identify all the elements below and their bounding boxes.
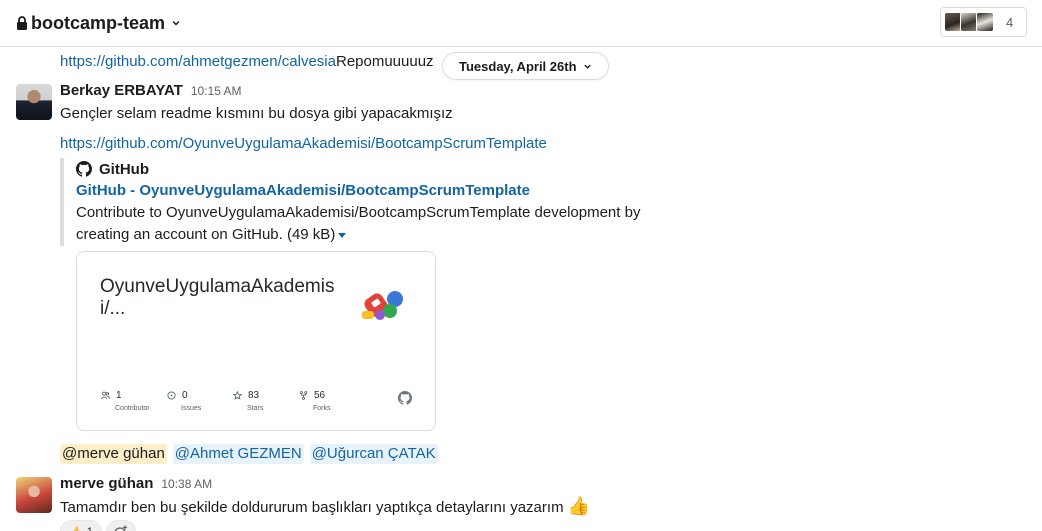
- reaction-emoji: 👍: [69, 526, 83, 531]
- message-body: Tamamdır ben bu şekilde doldururum başlı…: [60, 499, 564, 516]
- stat-issues: 0 Issues: [167, 388, 233, 412]
- reaction-thumbs-up[interactable]: 👍 1: [60, 520, 102, 531]
- channel-header: bootcamp-team 4: [0, 0, 1042, 47]
- channel-name-button[interactable]: bootcamp-team: [16, 10, 181, 36]
- unfurl-size: (49 kB): [282, 226, 336, 243]
- stat-label: Contributor: [115, 405, 150, 412]
- member-avatar: [976, 12, 994, 32]
- stat-value: 56: [314, 389, 326, 401]
- repo-stats: 1 Contributor 0 Issues 83 Stars 56 Forks: [101, 388, 365, 412]
- star-icon: [233, 390, 242, 400]
- github-icon: [76, 161, 92, 177]
- message-text: Gençler selam readme kısmını bu dosya gi…: [60, 105, 453, 122]
- add-reaction-button[interactable]: [105, 520, 136, 531]
- add-reaction-icon: [114, 525, 127, 531]
- link-unfurl: GitHub GitHub - OyunveUygulamaAkademisi/…: [60, 158, 660, 246]
- unfurl-title[interactable]: GitHub - OyunveUygulamaAkademisi/Bootcam…: [76, 180, 660, 202]
- author-name[interactable]: Berkay ERBAYAT: [60, 82, 183, 99]
- stat-value: 0: [182, 389, 188, 401]
- chevron-down-icon: [172, 20, 180, 26]
- chevron-down-icon: [583, 64, 591, 69]
- timestamp[interactable]: 10:15 AM: [191, 84, 242, 98]
- user-mention[interactable]: @Uğurcan ÇATAK: [309, 444, 438, 464]
- people-icon: [101, 391, 110, 399]
- collapse-caret-icon[interactable]: [338, 232, 347, 238]
- date-divider-button[interactable]: Tuesday, April 26th: [442, 52, 609, 80]
- stat-value: 83: [248, 389, 260, 401]
- message-header: Berkay ERBAYAT 10:15 AM: [60, 82, 242, 99]
- github-icon: [398, 391, 412, 405]
- link-preview-card[interactable]: OyunveUygulamaAkademisi/... 1 Contributo…: [76, 251, 436, 431]
- user-mention[interactable]: @merve gühan: [60, 444, 167, 464]
- user-mention[interactable]: @Ahmet GEZMEN: [172, 444, 304, 464]
- previous-message-text: https://github.com/ahmetgezmen/calvesia …: [60, 51, 434, 73]
- avatar[interactable]: [16, 477, 52, 513]
- reaction-count: 1: [87, 526, 93, 531]
- unfurl-source: GitHub: [76, 158, 660, 180]
- thumbs-up-emoji: 👍: [567, 496, 591, 516]
- fork-icon: [299, 390, 308, 400]
- stat-value: 1: [116, 389, 122, 401]
- channel-name: bootcamp-team: [31, 12, 166, 33]
- message-link[interactable]: https://github.com/ahmetgezmen/calvesia: [60, 51, 336, 73]
- author-name[interactable]: merve gühan: [60, 475, 153, 492]
- message-text: Repomuuuuuz: [335, 53, 434, 70]
- stat-contributors: 1 Contributor: [101, 388, 167, 412]
- reactions-row: 👍 1: [60, 520, 136, 531]
- member-list-button[interactable]: 4: [940, 7, 1027, 37]
- stat-label: Stars: [247, 405, 264, 412]
- unfurl-source-name: GitHub: [99, 160, 149, 178]
- card-title: OyunveUygulamaAkademisi/...: [100, 276, 335, 319]
- repo-logo-icon: [362, 291, 403, 320]
- stat-stars: 83 Stars: [233, 388, 299, 412]
- lock-icon: [17, 16, 27, 30]
- message-header: merve gühan 10:38 AM: [60, 475, 212, 492]
- message-link[interactable]: https://github.com/OyunveUygulamaAkademi…: [60, 133, 547, 155]
- stat-forks: 56 Forks: [299, 388, 365, 412]
- unfurl-description-text: Contribute to OyunveUygulamaAkademisi/Bo…: [76, 204, 641, 243]
- stat-label: Issues: [181, 405, 202, 412]
- issue-icon: [167, 390, 176, 400]
- message-text: Tamamdır ben bu şekilde doldururum başlı…: [60, 495, 590, 519]
- date-label: Tuesday, April 26th: [459, 58, 577, 74]
- member-count: 4: [1006, 14, 1014, 30]
- stat-label: Forks: [313, 405, 331, 412]
- avatar[interactable]: [16, 84, 52, 120]
- timestamp[interactable]: 10:38 AM: [161, 477, 212, 491]
- mentions-row: @merve gühan @Ahmet GEZMEN @Uğurcan ÇATA…: [60, 444, 438, 464]
- unfurl-description: Contribute to OyunveUygulamaAkademisi/Bo…: [76, 202, 656, 246]
